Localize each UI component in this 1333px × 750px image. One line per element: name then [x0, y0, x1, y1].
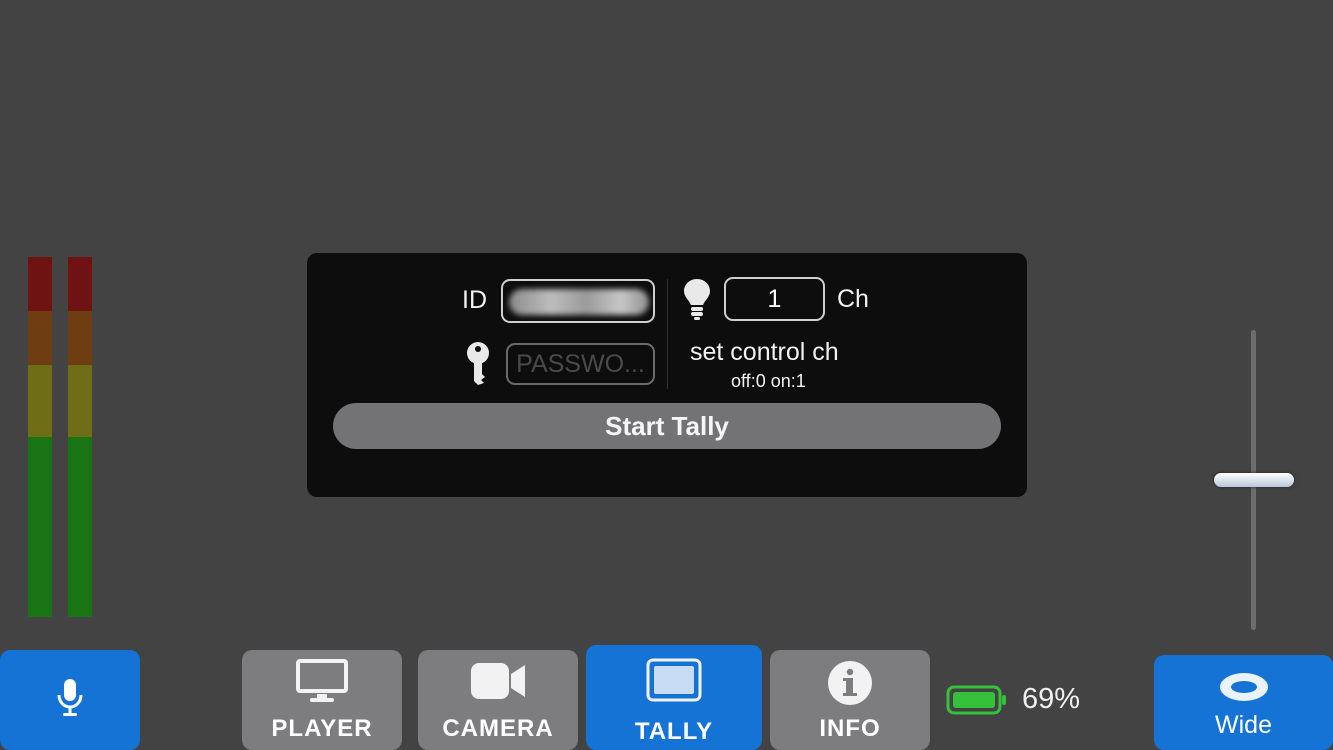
battery-icon: [946, 685, 1008, 720]
lens-wide-label: Wide: [1215, 711, 1272, 739]
lens-wide-button[interactable]: Wide: [1154, 655, 1333, 750]
tab-tally-label: TALLY: [634, 718, 714, 745]
panel-divider: [667, 279, 668, 389]
tab-player[interactable]: PLAYER: [242, 650, 402, 750]
info-icon: [827, 660, 873, 711]
lightbulb-icon: [683, 277, 711, 326]
tally-screen-icon: [646, 658, 702, 707]
wide-lens-icon: [1218, 671, 1270, 708]
microphone-icon: [55, 678, 85, 723]
tab-camera-label: CAMERA: [442, 715, 554, 742]
tab-player-label: PLAYER: [271, 715, 373, 742]
password-input[interactable]: PASSWO...: [506, 343, 655, 385]
set-control-hint: off:0 on:1: [731, 371, 806, 391]
tally-settings-panel: ID PASSWO... 1 Ch set control ch off:0 o…: [307, 253, 1027, 497]
tab-camera[interactable]: CAMERA: [418, 650, 578, 750]
microphone-button[interactable]: [0, 650, 140, 750]
id-label: ID: [462, 286, 487, 314]
video-camera-icon: [470, 662, 526, 705]
id-input[interactable]: [501, 279, 655, 323]
monitor-icon: [295, 658, 349, 709]
tab-info-label: INFO: [819, 715, 881, 742]
tab-info[interactable]: INFO: [770, 650, 930, 750]
tab-tally[interactable]: TALLY: [586, 645, 762, 750]
channel-input[interactable]: 1: [724, 277, 825, 321]
audio-meter-left: [28, 257, 52, 617]
set-control-label: set control ch: [690, 338, 839, 366]
id-value-blurred: [509, 289, 649, 315]
battery-percentage: 69%: [1022, 683, 1081, 715]
channel-unit-label: Ch: [837, 285, 869, 313]
audio-meter-right: [68, 257, 92, 617]
start-tally-button[interactable]: Start Tally: [333, 403, 1001, 449]
key-icon: [465, 341, 491, 390]
zoom-slider-thumb[interactable]: [1214, 473, 1294, 487]
